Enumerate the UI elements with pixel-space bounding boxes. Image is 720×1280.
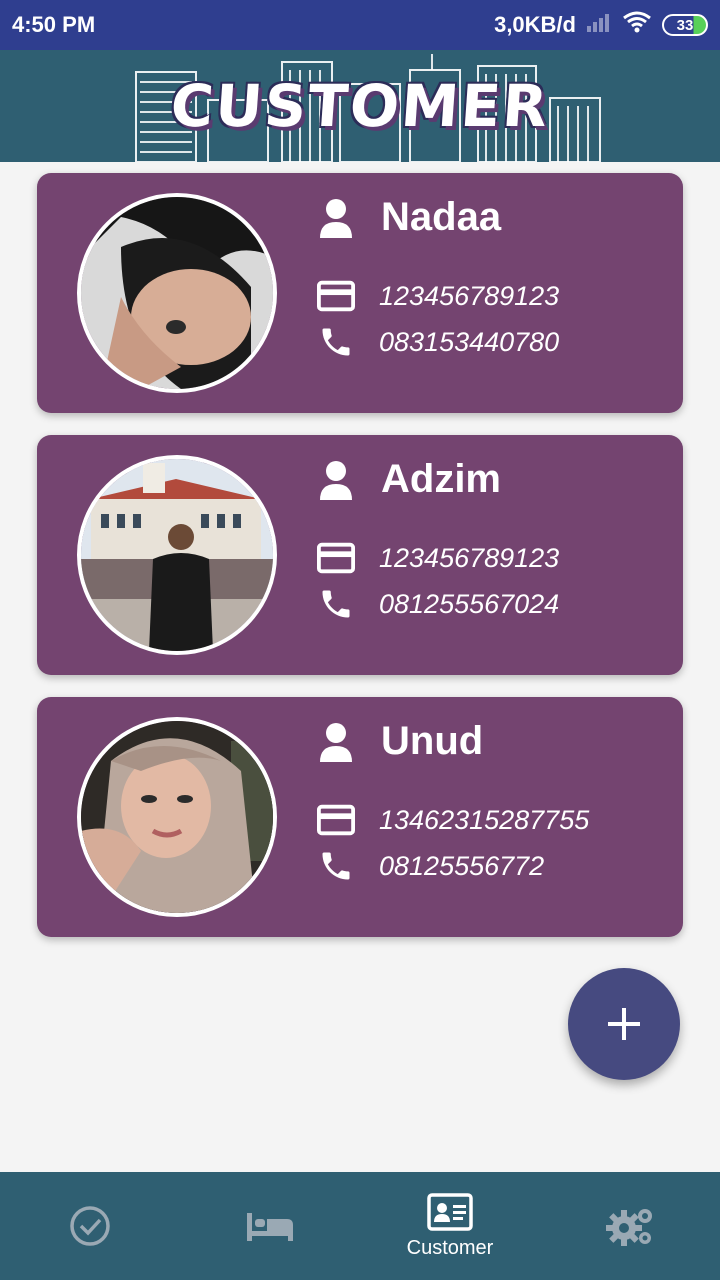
id-card-icon xyxy=(317,277,355,315)
nav-item-checkin[interactable] xyxy=(0,1172,180,1280)
customer-avatar xyxy=(77,455,277,655)
customer-card[interactable]: Adzim 123456789123 081255567024 xyxy=(37,435,683,675)
customer-card[interactable]: Unud 13462315287755 08125556772 xyxy=(37,697,683,937)
customer-info: Nadaa 123456789123 083153440780 xyxy=(317,173,677,413)
customer-name: Adzim xyxy=(381,457,501,501)
customer-id-number: 123456789123 xyxy=(379,542,560,573)
id-card-icon xyxy=(427,1192,473,1231)
customer-info: Unud 13462315287755 08125556772 xyxy=(317,697,677,937)
check-circle-icon xyxy=(70,1206,110,1246)
bottom-navigation: Customer xyxy=(0,1172,720,1280)
battery-level: 33 xyxy=(676,16,694,34)
status-indicators: 3,0KB/d 33 xyxy=(494,11,708,39)
nav-item-rooms[interactable] xyxy=(180,1172,360,1280)
signal-icon xyxy=(586,12,612,38)
customer-avatar xyxy=(77,193,277,393)
status-bar: 4:50 PM 3,0KB/d 33 xyxy=(0,0,720,50)
app-header: CUSTOMER xyxy=(0,50,720,162)
customer-id-number: 123456789123 xyxy=(379,280,560,311)
network-speed: 3,0KB/d xyxy=(494,12,576,37)
phone-icon xyxy=(317,847,355,885)
customer-name: Unud xyxy=(381,719,484,763)
status-time: 4:50 PM xyxy=(12,12,96,37)
phone-icon xyxy=(317,323,355,361)
bed-icon xyxy=(247,1213,293,1241)
id-card-icon xyxy=(317,539,355,577)
customer-card[interactable]: Nadaa 123456789123 083153440780 xyxy=(37,173,683,413)
customer-phone: 083153440780 xyxy=(379,326,560,357)
header-title: CUSTOMER xyxy=(168,72,552,140)
person-icon xyxy=(317,722,355,762)
customer-name: Nadaa xyxy=(381,195,502,239)
wifi-icon xyxy=(622,11,652,39)
gears-icon xyxy=(606,1209,652,1246)
customer-id-number: 13462315287755 xyxy=(379,804,590,835)
plus-icon xyxy=(608,1008,640,1040)
battery-icon: 33 xyxy=(662,14,708,36)
customer-phone: 081255567024 xyxy=(379,588,560,619)
id-card-icon xyxy=(317,801,355,839)
person-icon xyxy=(317,198,355,238)
customer-avatar xyxy=(77,717,277,917)
nav-item-customer[interactable]: Customer xyxy=(360,1172,540,1280)
customer-phone: 08125556772 xyxy=(379,850,545,881)
person-icon xyxy=(317,460,355,500)
nav-item-settings[interactable] xyxy=(540,1172,720,1280)
nav-item-label: Customer xyxy=(406,1236,494,1259)
customer-info: Adzim 123456789123 081255567024 xyxy=(317,435,677,675)
add-customer-button[interactable] xyxy=(568,968,680,1080)
phone-icon xyxy=(317,585,355,623)
